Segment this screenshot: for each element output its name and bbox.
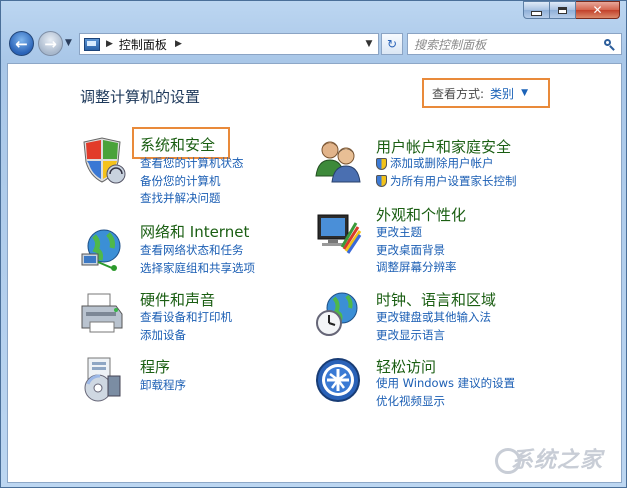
category-title-appearance[interactable]: 外观和个性化 bbox=[376, 204, 466, 225]
links-user-accounts: 添加或删除用户帐户 为所有用户设置家长控制 bbox=[376, 155, 517, 190]
category-title-network-internet[interactable]: 网络和 Internet bbox=[140, 221, 249, 242]
link-optimize-video[interactable]: 优化视频显示 bbox=[376, 393, 515, 411]
link-add-device[interactable]: 添加设备 bbox=[140, 327, 232, 345]
link-change-keyboard[interactable]: 更改键盘或其他输入法 bbox=[376, 309, 491, 327]
category-title-clock-language[interactable]: 时钟、语言和区域 bbox=[376, 289, 496, 310]
programs-icon[interactable] bbox=[78, 356, 126, 404]
link-text[interactable]: 添加或删除用户帐户 bbox=[390, 155, 494, 173]
link-windows-recommended-settings[interactable]: 使用 Windows 建议的设置 bbox=[376, 375, 515, 393]
link-add-remove-users[interactable]: 添加或删除用户帐户 bbox=[376, 155, 517, 173]
links-appearance: 更改主题 更改桌面背景 调整屏幕分辨率 bbox=[376, 224, 457, 277]
category-title-ease-of-access[interactable]: 轻松访问 bbox=[376, 356, 436, 377]
link-text[interactable]: 为所有用户设置家长控制 bbox=[390, 173, 517, 191]
recent-pages-dropdown[interactable]: ▼ bbox=[65, 38, 72, 48]
main-content: 调整计算机的设置 查看方式: 类别 ▼ 系统和安全 查看您的计算机状态 备份您的… bbox=[7, 63, 622, 483]
breadcrumb-arrow-icon[interactable]: ▶ bbox=[175, 39, 182, 49]
view-by-label: 查看方式: bbox=[432, 86, 485, 101]
address-dropdown-icon[interactable]: ▼ bbox=[360, 34, 378, 54]
search-icon[interactable] bbox=[604, 38, 615, 50]
uac-shield-icon bbox=[376, 157, 387, 170]
uac-shield-icon bbox=[376, 175, 387, 188]
chevron-down-icon[interactable]: ▼ bbox=[521, 88, 528, 98]
back-arrow-icon: ← bbox=[15, 34, 28, 53]
view-by-value[interactable]: 类别 bbox=[490, 85, 514, 102]
window-controls: ✕ bbox=[523, 1, 620, 19]
window-frame: ✕ ← → ▼ ▶ 控制面板 ▶ ▼ ↻ 搜索控制面板 调整计算机的设置 查看方… bbox=[0, 0, 627, 488]
navigation-bar: ← → ▼ ▶ 控制面板 ▶ ▼ ↻ 搜索控制面板 bbox=[7, 29, 622, 59]
minimize-button[interactable] bbox=[523, 1, 550, 19]
maximize-icon bbox=[558, 6, 567, 14]
breadcrumb-arrow-icon[interactable]: ▶ bbox=[106, 39, 113, 49]
address-bar[interactable]: ▶ 控制面板 ▶ ▼ bbox=[79, 33, 379, 55]
category-title-system-security[interactable]: 系统和安全 bbox=[140, 134, 215, 155]
printer-icon[interactable] bbox=[78, 290, 126, 338]
back-button[interactable]: ← bbox=[9, 31, 34, 56]
forward-button[interactable]: → bbox=[38, 31, 63, 56]
category-title-hardware-sound[interactable]: 硬件和声音 bbox=[140, 289, 215, 310]
refresh-button[interactable]: ↻ bbox=[381, 33, 403, 55]
link-change-background[interactable]: 更改桌面背景 bbox=[376, 242, 457, 260]
control-panel-icon bbox=[84, 37, 100, 51]
link-troubleshoot[interactable]: 查找并解决问题 bbox=[140, 190, 244, 208]
maximize-button[interactable] bbox=[550, 1, 576, 19]
link-view-network-status[interactable]: 查看网络状态和任务 bbox=[140, 242, 255, 260]
links-ease-of-access: 使用 Windows 建议的设置 优化视频显示 bbox=[376, 375, 515, 410]
security-shield-icon[interactable] bbox=[78, 136, 126, 184]
clock-globe-icon[interactable] bbox=[314, 290, 362, 338]
forward-arrow-icon: → bbox=[44, 34, 57, 53]
links-network-internet: 查看网络状态和任务 选择家庭组和共享选项 bbox=[140, 242, 255, 277]
links-hardware-sound: 查看设备和打印机 添加设备 bbox=[140, 309, 232, 344]
link-devices-printers[interactable]: 查看设备和打印机 bbox=[140, 309, 232, 327]
link-change-theme[interactable]: 更改主题 bbox=[376, 224, 457, 242]
view-by-selector[interactable]: 查看方式: 类别 ▼ bbox=[422, 78, 550, 108]
search-box[interactable]: 搜索控制面板 bbox=[407, 33, 622, 55]
link-change-display-language[interactable]: 更改显示语言 bbox=[376, 327, 491, 345]
users-icon[interactable] bbox=[314, 136, 362, 184]
category-title-programs[interactable]: 程序 bbox=[140, 356, 170, 377]
close-icon: ✕ bbox=[592, 3, 603, 17]
links-clock-language: 更改键盘或其他输入法 更改显示语言 bbox=[376, 309, 491, 344]
link-backup-computer[interactable]: 备份您的计算机 bbox=[140, 173, 244, 191]
watermark: 系统之家 bbox=[510, 448, 603, 473]
page-title: 调整计算机的设置 bbox=[80, 88, 201, 106]
link-parental-controls[interactable]: 为所有用户设置家长控制 bbox=[376, 173, 517, 191]
link-view-computer-status[interactable]: 查看您的计算机状态 bbox=[140, 155, 244, 173]
link-homegroup-sharing[interactable]: 选择家庭组和共享选项 bbox=[140, 260, 255, 278]
links-programs: 卸载程序 bbox=[140, 377, 186, 395]
minimize-icon bbox=[531, 10, 542, 16]
close-button[interactable]: ✕ bbox=[576, 1, 620, 19]
category-title-user-accounts[interactable]: 用户帐户和家庭安全 bbox=[376, 136, 511, 157]
ease-of-access-icon[interactable] bbox=[314, 356, 362, 404]
refresh-icon: ↻ bbox=[386, 37, 398, 51]
appearance-monitor-icon[interactable] bbox=[314, 209, 362, 257]
link-screen-resolution[interactable]: 调整屏幕分辨率 bbox=[376, 259, 457, 277]
link-uninstall-program[interactable]: 卸载程序 bbox=[140, 377, 186, 395]
search-input[interactable]: 搜索控制面板 bbox=[414, 36, 486, 53]
network-globe-icon[interactable] bbox=[78, 224, 126, 272]
breadcrumb-control-panel[interactable]: 控制面板 bbox=[119, 36, 167, 53]
links-system-security: 查看您的计算机状态 备份您的计算机 查找并解决问题 bbox=[140, 155, 244, 208]
